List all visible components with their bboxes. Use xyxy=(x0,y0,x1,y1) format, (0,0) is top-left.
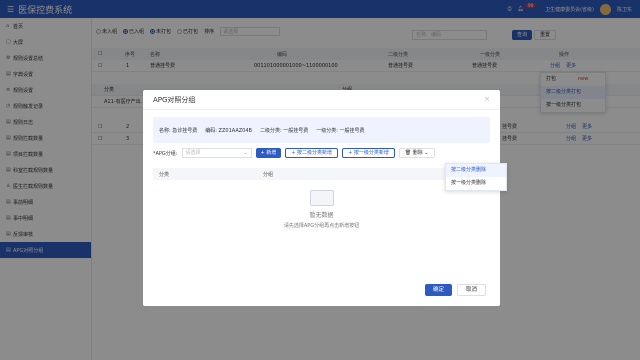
chevron-down-icon: ⌄ xyxy=(424,150,429,156)
chevron-down-icon: ⌄ xyxy=(243,150,248,156)
info-code: 编码: ZZ01AAZ04B xyxy=(205,127,252,134)
modal-controls: *APG分组: 请选择 ⌄ + 新增 + 按二级分类新增 + 按一级分类新增 🗑︎… xyxy=(153,148,435,158)
col-header: 分类 xyxy=(159,172,170,178)
select-placeholder: 请选择 xyxy=(185,150,201,156)
modal-footer: 确定 取消 xyxy=(424,284,486,296)
empty-state: 暂无数据 请先选择APG分组再点击新增按钮 xyxy=(153,190,490,229)
add-by-cat1-button[interactable]: + 按一级分类新增 xyxy=(342,148,395,158)
apg-select-label: *APG分组: xyxy=(153,150,178,157)
apg-group-select[interactable]: 请选择 ⌄ xyxy=(181,148,252,158)
info-cat2: 二级分类: 一般挂号费 xyxy=(259,127,309,134)
menu-item-delete-cat1[interactable]: 按一级分类删除 xyxy=(446,177,506,190)
modal-table-header: 分类 分组 xyxy=(153,168,490,180)
add-by-cat2-button[interactable]: + 按二级分类新增 xyxy=(285,148,339,158)
info-name: 名称: 急诊挂号费 xyxy=(159,127,198,134)
col-header: 分组 xyxy=(263,172,274,178)
info-cat1: 一级分类: 一般挂号费 xyxy=(316,127,365,134)
delete-button[interactable]: 🗑︎ 删除 ⌄ xyxy=(398,148,435,158)
close-icon[interactable]: × xyxy=(484,95,490,103)
menu-item-delete-cat2[interactable]: 按二级分类删除 xyxy=(446,164,506,177)
cancel-button[interactable]: 取消 xyxy=(456,284,486,296)
empty-box-icon xyxy=(309,190,334,206)
add-button[interactable]: + 新增 xyxy=(255,148,282,158)
empty-title: 暂无数据 xyxy=(309,212,334,219)
delete-menu: 按二级分类删除 按一级分类删除 xyxy=(445,163,507,191)
trash-icon: 🗑︎ xyxy=(404,150,412,156)
modal-title: APG对照分组 xyxy=(143,90,500,110)
confirm-button[interactable]: 确定 xyxy=(424,284,452,296)
apg-grouping-modal: APG对照分组 × 名称: 急诊挂号费 编码: ZZ01AAZ04B 二级分类:… xyxy=(143,90,500,306)
delete-label: 删除 xyxy=(412,150,423,156)
item-info-box: 名称: 急诊挂号费 编码: ZZ01AAZ04B 二级分类: 一般挂号费 一级分… xyxy=(153,117,490,143)
empty-hint: 请先选择APG分组再点击新增按钮 xyxy=(283,223,360,229)
